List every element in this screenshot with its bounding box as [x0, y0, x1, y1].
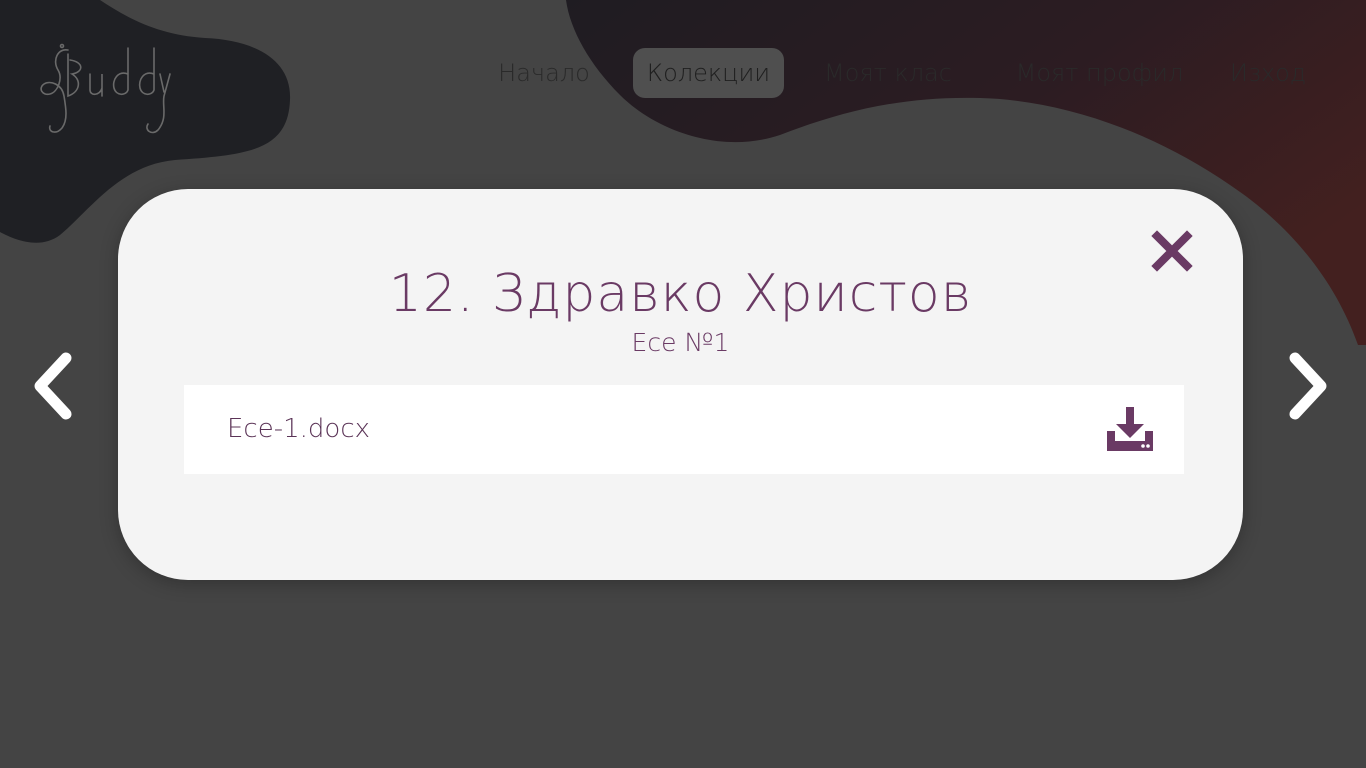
file-row[interactable]: Есе-1.docx: [184, 385, 1184, 474]
nav-item-home[interactable]: Начало: [490, 48, 598, 98]
file-name[interactable]: Есе-1.docx: [227, 385, 370, 474]
nav-item-my-profile[interactable]: Моят профил: [1012, 48, 1187, 98]
download-icon[interactable]: [1107, 407, 1153, 453]
submission-modal: 12. Здравко Христов Есе №1 Есе-1.docx: [118, 189, 1243, 580]
chevron-left-icon[interactable]: [28, 350, 78, 422]
nav-item-collections[interactable]: Колекции: [633, 48, 784, 98]
nav-item-logout[interactable]: Изход: [1224, 48, 1312, 98]
student-title: 12. Здравко Христов: [388, 264, 973, 324]
chevron-right-icon[interactable]: [1283, 350, 1333, 422]
main-nav: Начало Колекции Моят клас Моят профил Из…: [0, 48, 1366, 98]
nav-item-my-class[interactable]: Моят клас: [820, 48, 956, 98]
assignment-subtitle: Есе №1: [631, 328, 730, 357]
